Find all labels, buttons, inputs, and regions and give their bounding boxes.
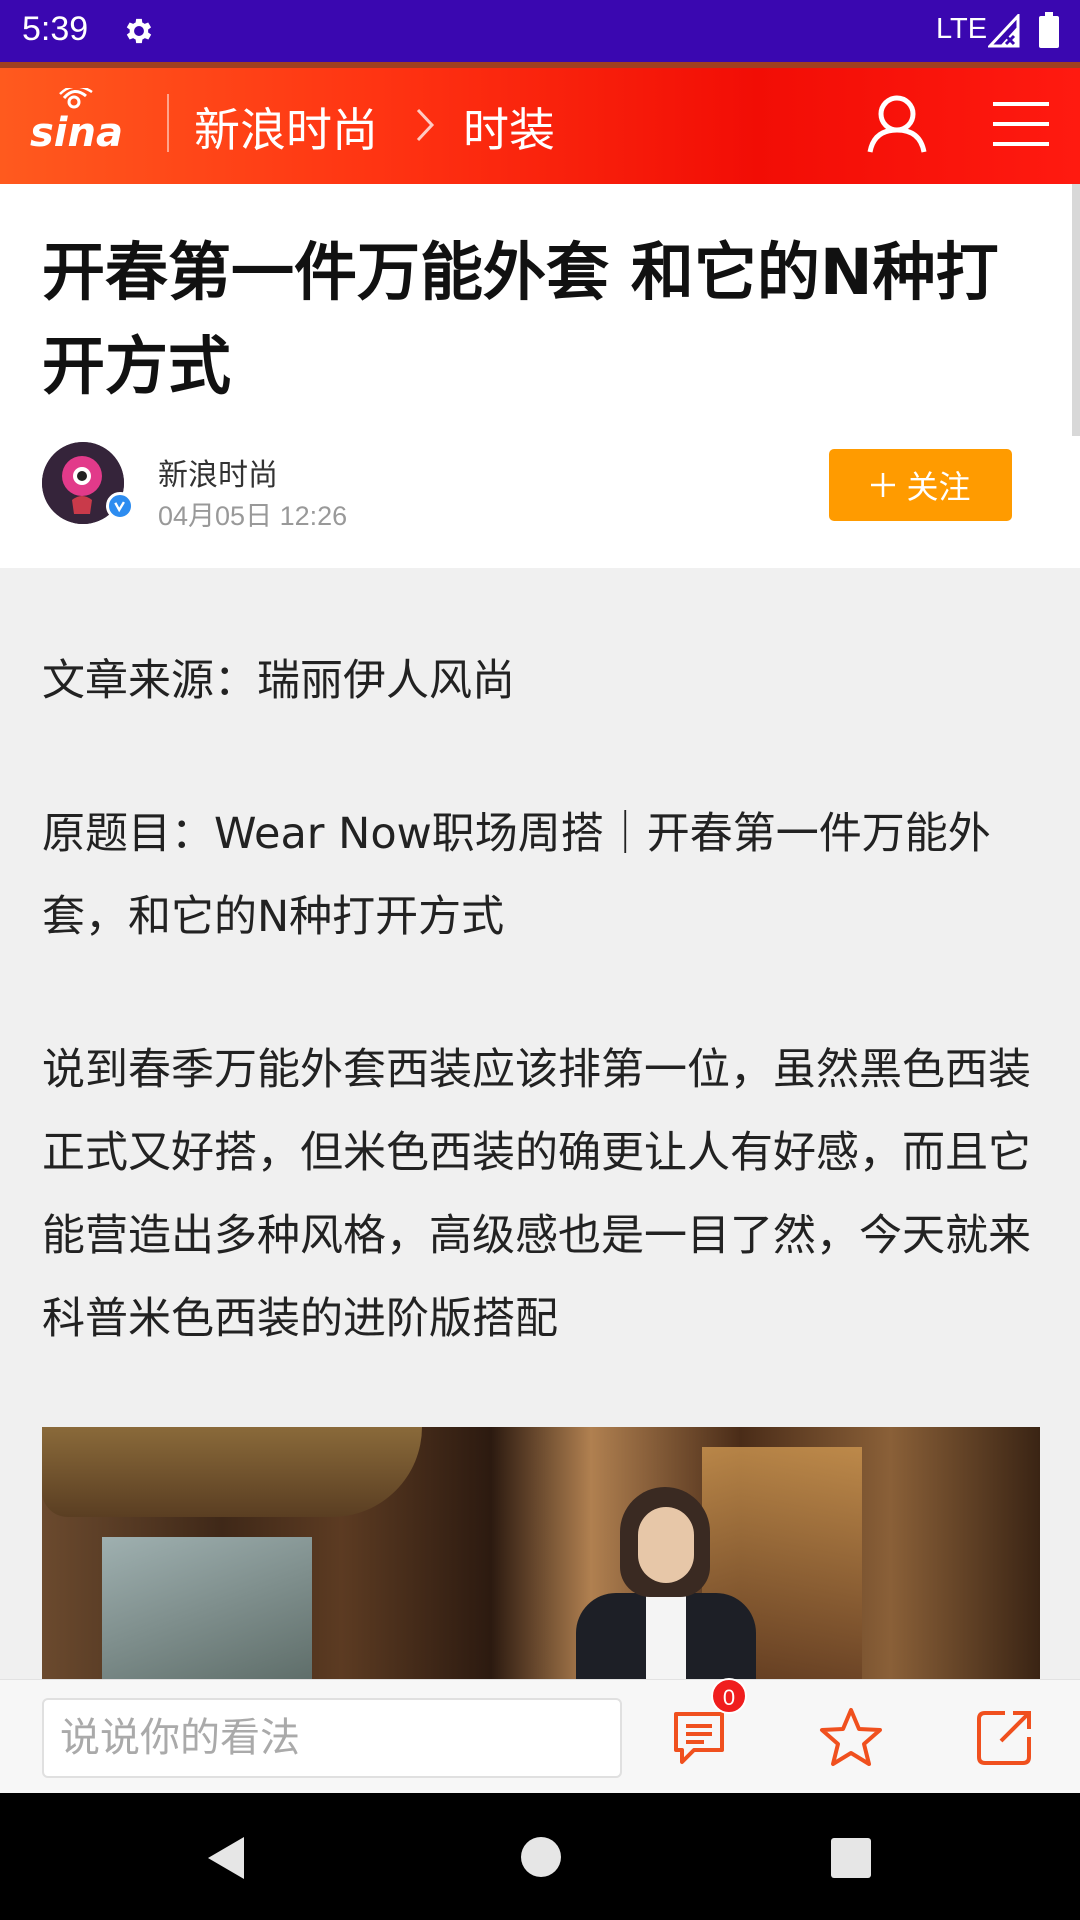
image-arch (42, 1427, 422, 1517)
comment-bar: 说说你的看法 (0, 1679, 1080, 1793)
image-figure-shirt (646, 1593, 686, 1679)
home-icon[interactable] (521, 1837, 561, 1877)
status-time: 5:39 (22, 10, 89, 48)
battery-icon (1039, 12, 1059, 48)
gear-icon (126, 18, 152, 44)
article-header: 开春第一件万能外套 和它的N种打开方式 新浪时尚 04月05日 12:26 关注 (0, 184, 1080, 568)
top-header: sina 新浪时尚 时装 (0, 62, 1080, 184)
sina-logo[interactable]: sina (26, 88, 142, 158)
recents-icon[interactable] (831, 1838, 871, 1878)
plus-icon (871, 473, 896, 497)
breadcrumb-section[interactable]: 时装 (463, 94, 555, 160)
comments-icon[interactable] (670, 1708, 728, 1766)
header-divider (167, 94, 169, 152)
article-paragraph: 说到春季万能外套西装应该排第一位，虽然黑色西装正式又好搭，但米色西装的确更让人有… (42, 1045, 1031, 1344)
star-icon[interactable] (818, 1706, 884, 1768)
chevron-right-icon (416, 108, 435, 142)
network-type: LTE (936, 13, 988, 45)
back-icon[interactable] (204, 1835, 248, 1881)
status-bar: 5:39 LTE (0, 0, 1080, 62)
verified-badge-icon (106, 492, 134, 520)
breadcrumb-channel[interactable]: 新浪时尚 (194, 94, 378, 160)
article-source: 文章来源：瑞丽伊人风尚 (42, 656, 515, 706)
author-name[interactable]: 新浪时尚 (158, 450, 278, 494)
image-figure-face (638, 1507, 694, 1583)
comment-input[interactable]: 说说你的看法 (42, 1698, 622, 1778)
article-body: 文章来源：瑞丽伊人风尚 原题目：Wear Now职场周搭｜开春第一件万能外套，和… (42, 640, 1052, 1431)
share-icon[interactable] (975, 1707, 1035, 1767)
user-icon[interactable] (866, 94, 928, 154)
comment-count-badge: 0 (711, 1678, 747, 1714)
publish-time: 04月05日 12:26 (158, 501, 348, 531)
image-window (102, 1537, 312, 1679)
article-original-title: 原题目：Wear Now职场周搭｜开春第一件万能外套，和它的N种打开方式 (42, 809, 991, 942)
menu-icon[interactable] (993, 100, 1049, 148)
svg-text:sina: sina (30, 110, 123, 156)
signal-icon (988, 14, 1020, 48)
follow-label: 关注 (906, 468, 971, 506)
article-image[interactable] (42, 1427, 1040, 1679)
system-nav-bar (0, 1793, 1080, 1920)
scrollbar[interactable] (1072, 184, 1080, 436)
article-title: 开春第一件万能外套 和它的N种打开方式 (42, 236, 999, 403)
follow-button[interactable]: 关注 (829, 449, 1012, 521)
